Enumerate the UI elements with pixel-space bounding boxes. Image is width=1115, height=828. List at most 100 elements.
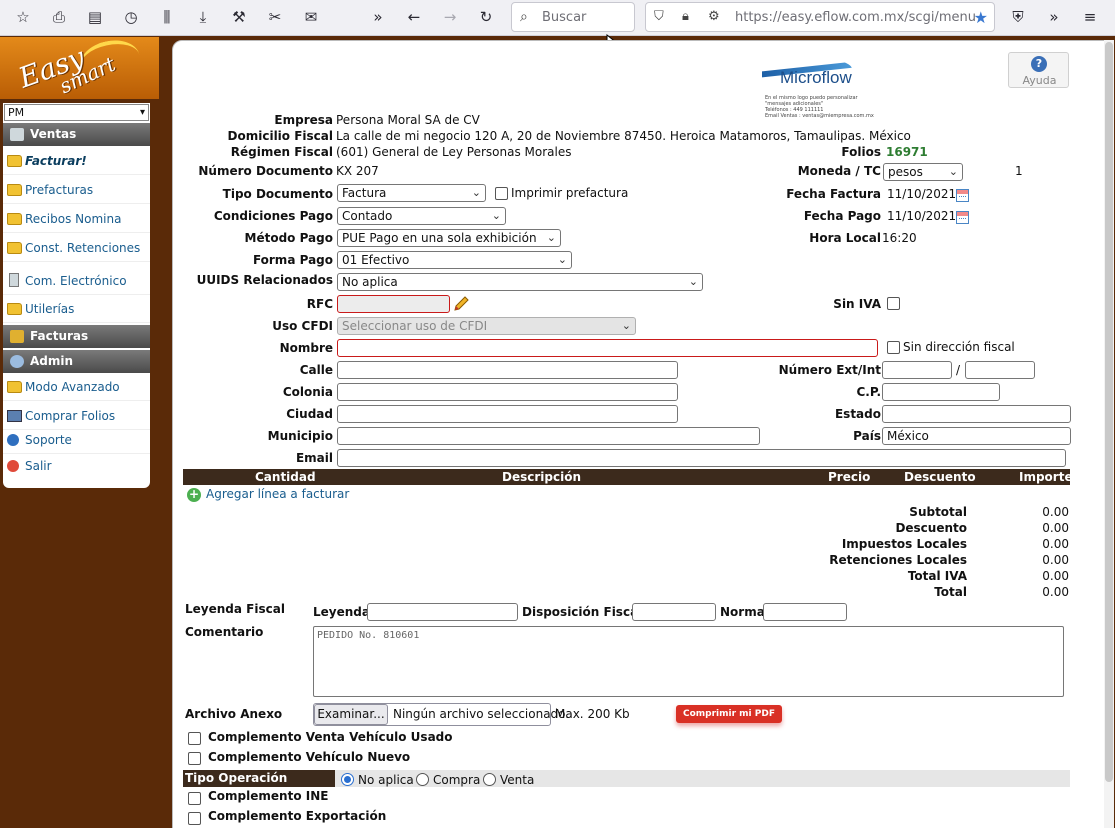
imprimir-prefactura-checkbox[interactable] — [495, 187, 508, 200]
cp-input[interactable] — [882, 383, 1000, 401]
tipodoc-value: Factura — [342, 186, 387, 200]
municipio-input[interactable] — [337, 427, 760, 445]
shield-icon[interactable]: ⛉ — [654, 9, 664, 24]
sin-iva-checkbox[interactable] — [887, 297, 900, 310]
reader-view-icon[interactable]: ▤ — [82, 5, 108, 29]
wrench-icon[interactable]: ⚒ — [226, 5, 252, 29]
calendar-icon[interactable] — [956, 189, 969, 202]
moneda-select[interactable]: pesos ⌄ — [883, 163, 963, 181]
hamburger-menu-icon[interactable]: ≡ — [1077, 5, 1103, 29]
divisas-radio-no-aplica[interactable] — [341, 773, 354, 786]
sidebar-item-recibos-nomina[interactable]: Recibos Nomina — [3, 205, 150, 233]
sidebar-item-prefacturas[interactable]: Prefacturas — [3, 176, 150, 204]
section-facturas[interactable]: Facturas — [3, 325, 150, 348]
sidebar-item-modo-avanzado[interactable]: Modo Avanzado — [3, 373, 150, 401]
divisas-option-label: Compra — [433, 773, 481, 787]
extensions-chevrons-icon[interactable]: » — [1041, 5, 1067, 29]
coins-icon — [10, 330, 24, 343]
bookmark-star-icon[interactable]: ☆ — [10, 5, 36, 29]
easysmart-logo[interactable]: Easy smart — [0, 35, 159, 99]
chevron-down-icon: ⌄ — [546, 231, 556, 244]
estado-input[interactable] — [882, 405, 1071, 423]
uso-cfdi-select[interactable]: Seleccionar uso de CFDI ⌄ — [337, 317, 636, 335]
reload-icon[interactable]: ↻ — [473, 5, 499, 29]
comentario-textarea[interactable]: PEDIDO No. 810601 — [313, 626, 1064, 697]
scrollbar-thumb[interactable] — [1105, 42, 1113, 782]
comp-ine-checkbox[interactable] — [188, 792, 201, 805]
history-icon[interactable]: ◷ — [118, 5, 144, 29]
library-icon[interactable]: ⫼ — [154, 5, 180, 29]
hora-label: Hora Local — [809, 231, 881, 245]
url-text[interactable]: https://easy.eflow.com.mx/scgi/menu — [735, 10, 976, 25]
norma-input[interactable] — [763, 603, 847, 621]
overflow-chevrons-icon[interactable]: » — [365, 5, 391, 29]
sidebar-item-label: Prefacturas — [25, 183, 94, 197]
pencil-icon[interactable] — [453, 296, 469, 312]
comp-vehiculo-nuevo-checkbox[interactable] — [188, 752, 201, 765]
sidebar-item-const-retenciones[interactable]: Const. Retenciones — [3, 234, 150, 262]
colonia-input[interactable] — [337, 383, 678, 401]
download-icon[interactable]: ⤓ — [190, 5, 216, 29]
section-ventas[interactable]: Ventas — [3, 123, 150, 146]
siniva-label: Sin IVA — [833, 297, 881, 311]
forma-label: Forma Pago — [252, 253, 333, 267]
comp-exportacion-checkbox[interactable] — [188, 812, 201, 825]
comp-vehiculo-usado-checkbox[interactable] — [188, 732, 201, 745]
imprimir-prefactura-label: Imprimir prefactura — [511, 186, 629, 200]
browse-file-button[interactable]: Examinar... — [314, 704, 388, 725]
compress-pdf-button[interactable]: Comprimir mi PDF — [676, 705, 782, 723]
cp-label: C.P. — [856, 385, 881, 399]
col-precio: Precio — [828, 470, 871, 484]
back-arrow-icon[interactable]: ← — [401, 5, 427, 29]
sidebar-item-label: Const. Retenciones — [25, 241, 141, 255]
screenshot-icon[interactable]: ✂ — [262, 5, 288, 29]
disposicion-input[interactable] — [632, 603, 716, 621]
add-line-link[interactable]: Agregar línea a facturar — [206, 487, 349, 501]
forma-select[interactable]: 01 Efectivo ⌄ — [337, 251, 572, 269]
archivo-anexo-label: Archivo Anexo — [185, 707, 283, 721]
pais-input[interactable]: México — [882, 427, 1071, 445]
help-button[interactable]: ? Ayuda — [1008, 52, 1069, 88]
url-bar[interactable]: ⛉ 🔒︎ ⚙ https://easy.eflow.com.mx/scgi/me… — [645, 2, 995, 32]
forward-arrow-icon: → — [443, 7, 457, 26]
ublock-icon[interactable]: ⛨ — [1005, 5, 1031, 29]
lock-icon[interactable]: 🔒︎ — [682, 9, 689, 24]
fecha-factura-value[interactable]: 11/10/2021 — [887, 187, 956, 201]
divisas-radio-compra[interactable] — [416, 773, 429, 786]
leyenda-input[interactable] — [367, 603, 518, 621]
total-iva-label: Total IVA — [907, 569, 967, 583]
sidebar-item-soporte[interactable]: Soporte — [3, 426, 150, 454]
sidebar-item-facturar[interactable]: Facturar! — [3, 147, 150, 175]
sin-direccion-checkbox[interactable] — [887, 341, 900, 354]
numero-ext-input[interactable] — [882, 361, 952, 379]
sidebar-item-label: Com. Electrónico — [25, 274, 127, 288]
uuids-select[interactable]: No aplica ⌄ — [337, 273, 703, 291]
tipodoc-select[interactable]: Factura ⌄ — [337, 184, 486, 202]
search-input[interactable]: ⌕ Buscar — [511, 2, 635, 32]
folder-icon — [7, 213, 22, 225]
add-line-icon[interactable]: + — [187, 488, 201, 502]
condiciones-select[interactable]: Contado ⌄ — [337, 207, 506, 225]
fecha-pago-value[interactable]: 11/10/2021 — [887, 209, 956, 223]
numero-int-input[interactable] — [965, 361, 1035, 379]
mail-icon[interactable]: ✉ — [298, 5, 324, 29]
chevron-down-icon: ⌄ — [491, 209, 501, 222]
permissions-icon[interactable]: ⚙ — [708, 9, 720, 24]
ciudad-input[interactable] — [337, 405, 678, 423]
sidebar-item-salir[interactable]: Salir — [3, 452, 150, 480]
sidebar-item-com-electronico[interactable]: Com. Electrónico — [3, 267, 150, 295]
entity-select[interactable]: PM ▾ — [4, 104, 149, 121]
print-icon[interactable]: ⎙ — [46, 5, 72, 29]
metodo-select[interactable]: PUE Pago en una sola exhibición ⌄ — [337, 229, 561, 247]
section-admin[interactable]: Admin — [3, 350, 150, 373]
divisas-radio-venta[interactable] — [483, 773, 496, 786]
rfc-input[interactable] — [337, 295, 450, 313]
fecha-factura-label: Fecha Factura — [786, 187, 881, 201]
calendar-icon[interactable] — [956, 211, 969, 224]
calle-input[interactable] — [337, 361, 678, 379]
sidebar-item-utilerias[interactable]: Utilerías — [3, 295, 150, 323]
email-input[interactable] — [337, 449, 1066, 467]
bookmark-filled-icon[interactable]: ★ — [974, 8, 988, 27]
metodo-value: PUE Pago en una sola exhibición — [342, 231, 537, 245]
nombre-input[interactable] — [337, 339, 878, 357]
